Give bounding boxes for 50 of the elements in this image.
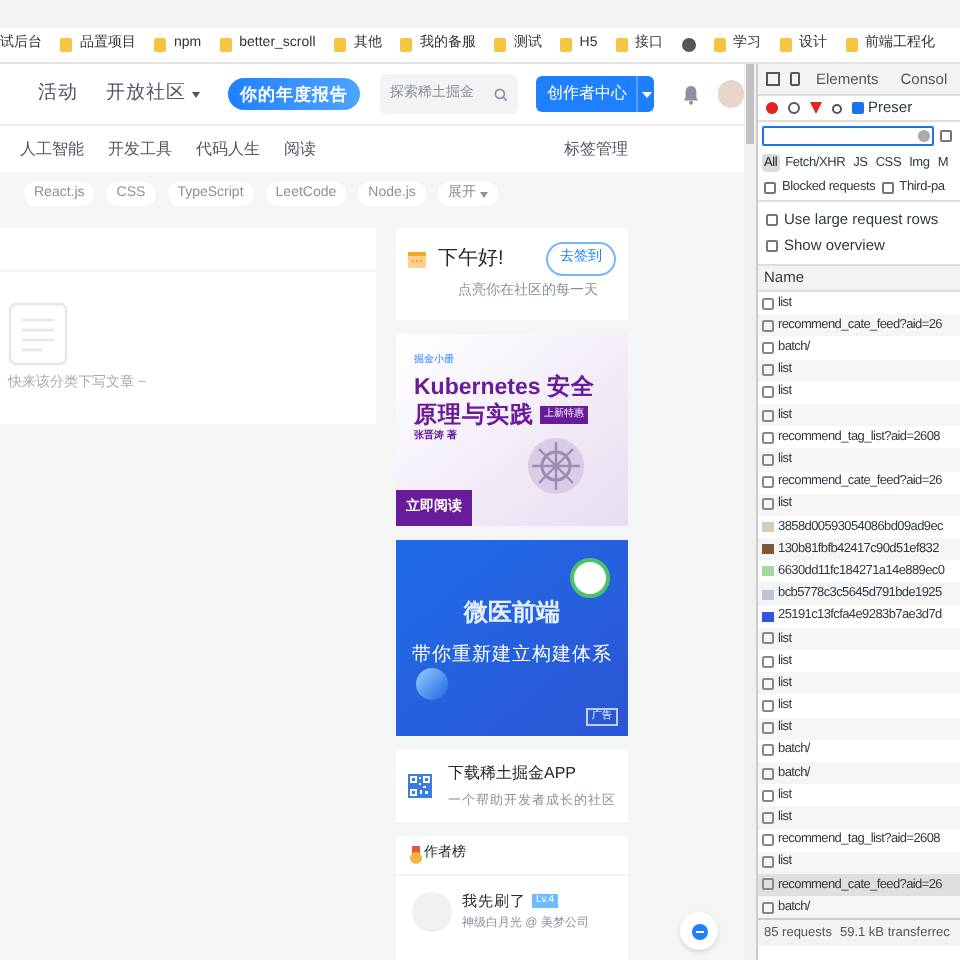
checkbox[interactable]: [940, 130, 952, 142]
greeting: 下午好!: [438, 245, 504, 274]
creator-center-button[interactable]: 创作者中心: [536, 76, 637, 112]
folder-icon: [615, 38, 628, 52]
bell-icon[interactable]: [682, 83, 701, 105]
category-tab[interactable]: 人工智能: [20, 137, 84, 161]
checkbox[interactable]: [764, 182, 776, 194]
record-icon[interactable]: [766, 102, 778, 114]
folder-icon: [779, 38, 792, 52]
scrollbar-thumb[interactable]: [746, 64, 754, 144]
helm-wheel-drawing: [524, 434, 588, 498]
category-tab[interactable]: 阅读: [284, 137, 316, 161]
search-icon[interactable]: [832, 103, 842, 113]
nav-link[interactable]: 活动: [38, 79, 78, 109]
ad-title: Kubernetes 安全: [414, 373, 597, 401]
planet-icon: [416, 668, 448, 700]
checkbox[interactable]: [881, 182, 894, 194]
globe-icon[interactable]: [681, 38, 696, 52]
logo-icon: [570, 558, 610, 598]
checkbox[interactable]: [852, 102, 864, 114]
folder-icon: [559, 38, 572, 52]
clear-icon[interactable]: [788, 102, 800, 114]
folder-icon: [60, 38, 72, 52]
checkbox[interactable]: [766, 240, 778, 252]
category-tab[interactable]: 代码人生: [196, 137, 260, 161]
inspect-icon[interactable]: [766, 72, 780, 86]
folder-icon: [493, 38, 506, 52]
folder-icon: [154, 38, 166, 52]
search-icon: [494, 87, 509, 101]
banner-subtitle: 带你重新建立构建体系: [412, 642, 612, 670]
app-download-title[interactable]: 下载稀土掘金APP: [448, 761, 616, 786]
medal-icon: [410, 846, 422, 864]
chat-icon: [691, 923, 707, 939]
empty-document-icon: [8, 301, 68, 366]
checkbox[interactable]: [766, 214, 778, 226]
folder-icon: [713, 38, 726, 52]
folder-icon: [333, 38, 346, 52]
tag-manage-link[interactable]: 标签管理: [564, 137, 628, 161]
folder-icon: [845, 38, 858, 52]
ad-title: 原理与实践: [414, 401, 534, 429]
category-tab[interactable]: 开发工具: [108, 137, 172, 161]
nav-link[interactable]: 开放社区: [106, 79, 200, 109]
banner-title: 微医前端: [464, 596, 560, 630]
folder-icon: [399, 38, 412, 52]
filter-icon[interactable]: [810, 102, 822, 114]
filter-input[interactable]: [762, 126, 934, 146]
caret-icon[interactable]: [636, 76, 655, 112]
device-icon[interactable]: [790, 72, 800, 86]
folder-icon: [219, 38, 232, 52]
calendar-icon: [408, 249, 426, 268]
